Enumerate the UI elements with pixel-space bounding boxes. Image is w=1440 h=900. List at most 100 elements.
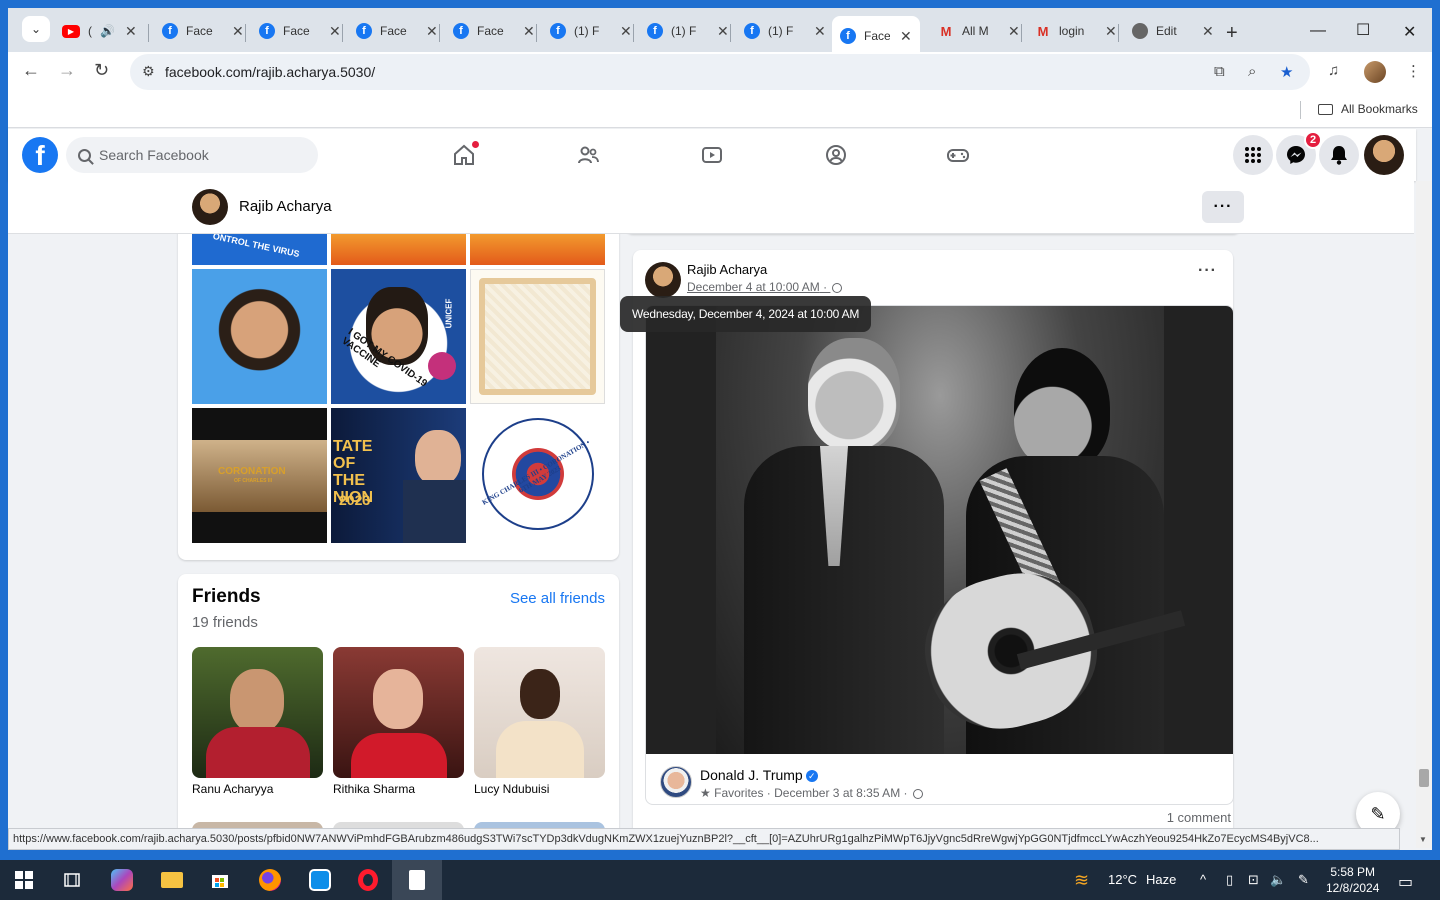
close-tab-icon[interactable]: ✕ <box>232 23 244 40</box>
teamviewer-icon[interactable] <box>308 868 332 892</box>
account-avatar[interactable] <box>1364 135 1404 175</box>
facebook-logo-icon[interactable]: f <box>22 137 58 173</box>
profile-avatar[interactable] <box>192 189 228 225</box>
bookmark-star-icon[interactable]: ★ <box>1280 63 1293 81</box>
post-more-button[interactable]: ··· <box>1198 262 1217 280</box>
photo-tile[interactable]: ONTROL THE VIRUS <box>192 234 327 265</box>
tab-2[interactable]: f Face ✕ <box>154 14 252 48</box>
facebook-search[interactable] <box>66 137 318 173</box>
chrome-profile-avatar[interactable] <box>1364 61 1386 83</box>
close-tab-icon[interactable]: ✕ <box>125 23 137 40</box>
back-arrow-icon[interactable]: ← <box>22 60 40 81</box>
tab-search-button[interactable]: ⌄ <box>22 16 50 42</box>
close-tab-icon[interactable]: ✕ <box>329 23 341 40</box>
page-scrollbar[interactable]: ▼ <box>1416 181 1432 848</box>
tab-11[interactable]: M login ✕ <box>1027 14 1125 48</box>
notepad-icon[interactable] <box>405 868 429 892</box>
windows-start-icon[interactable] <box>12 868 36 892</box>
scrollbar-thumb[interactable] <box>1419 769 1429 787</box>
messenger-button[interactable]: 2 <box>1276 131 1322 175</box>
post-author-avatar[interactable] <box>645 262 681 298</box>
weather-temp[interactable]: 12°C <box>1108 872 1137 887</box>
tab-7[interactable]: f (1) F ✕ <box>639 14 737 48</box>
close-window-icon[interactable]: ✕ <box>1403 22 1416 42</box>
weather-icon[interactable]: ≋ <box>1074 870 1089 891</box>
friend-photo[interactable] <box>192 647 323 778</box>
friend-name[interactable]: Ranu Acharyya <box>192 782 273 796</box>
all-bookmarks-button[interactable]: All Bookmarks <box>1318 102 1418 116</box>
pen-icon[interactable]: ✎ <box>1298 872 1309 888</box>
firefox-icon[interactable] <box>258 868 282 892</box>
friend-name[interactable]: Rithika Sharma <box>333 782 415 796</box>
tab-4[interactable]: f Face ✕ <box>348 14 446 48</box>
media-control-icon[interactable]: ♫ <box>1328 62 1339 79</box>
tab-3[interactable]: f Face ✕ <box>251 14 349 48</box>
close-tab-icon[interactable]: ✕ <box>717 23 729 40</box>
weather-desc[interactable]: Haze <box>1146 872 1176 887</box>
comment-count[interactable]: 1 comment <box>1167 810 1231 825</box>
minimize-icon[interactable]: — <box>1310 22 1326 40</box>
site-info-icon[interactable]: ⚙ <box>142 63 155 80</box>
address-bar[interactable]: ⚙ facebook.com/rajib.acharya.5030/ ⧉ ⌕ ★ <box>130 54 1310 90</box>
photo-tile[interactable]: KING CHARLES III • CORONATION • 6TH MAY … <box>470 408 605 543</box>
shared-author-avatar[interactable] <box>660 766 692 798</box>
friends-icon[interactable] <box>576 143 600 167</box>
photo-tile[interactable]: I GOT MY COVID-19 VACCINE UNICEF <box>331 269 466 404</box>
photo-tile[interactable]: TATE OF THE NION 2023 <box>331 408 466 543</box>
url-text[interactable]: facebook.com/rajib.acharya.5030/ <box>165 64 375 80</box>
friend-photo[interactable] <box>333 647 464 778</box>
video-icon[interactable] <box>700 143 724 167</box>
volume-icon[interactable]: 🔈 <box>1270 872 1286 888</box>
search-input[interactable] <box>99 147 299 163</box>
post-author-name[interactable]: Rajib Acharya <box>687 262 767 277</box>
photo-tile[interactable]: CORONATION OF CHARLES III <box>192 408 327 543</box>
close-tab-icon[interactable]: ✕ <box>523 23 535 40</box>
menu-kebab-icon[interactable]: ⋮ <box>1406 62 1421 80</box>
more-options-button[interactable]: ··· <box>1202 191 1244 223</box>
shared-meta-text[interactable]: Favorites · December 3 at 8:35 AM · <box>714 786 907 800</box>
photo-tile[interactable] <box>470 234 605 265</box>
zoom-icon[interactable]: ⌕ <box>1248 63 1256 80</box>
tab-12[interactable]: Edit ✕ <box>1124 14 1222 48</box>
forward-arrow-icon[interactable]: → <box>58 60 76 81</box>
network-icon[interactable]: ⊡ <box>1248 872 1259 888</box>
tab-6[interactable]: f (1) F ✕ <box>542 14 640 48</box>
notification-center-icon[interactable]: ▭ <box>1398 872 1413 892</box>
file-explorer-icon[interactable] <box>160 868 184 892</box>
close-tab-icon[interactable]: ✕ <box>620 23 632 40</box>
task-view-icon[interactable] <box>60 868 84 892</box>
shared-author-text[interactable]: Donald J. Trump <box>700 767 803 783</box>
see-all-friends-link[interactable]: See all friends <box>510 590 605 607</box>
system-clock[interactable]: 5:58 PM 12/8/2024 <box>1326 864 1379 896</box>
close-tab-icon[interactable]: ✕ <box>1202 23 1214 40</box>
post-date-text[interactable]: December 4 at 10:00 AM <box>687 280 820 294</box>
tab-active[interactable]: f Face ✕ <box>832 16 920 56</box>
home-icon[interactable] <box>452 141 479 167</box>
maximize-icon[interactable]: ☐ <box>1356 20 1370 40</box>
friend-name[interactable]: Lucy Ndubuisi <box>474 782 549 796</box>
reload-icon[interactable]: ↻ <box>94 60 109 81</box>
tab-10[interactable]: M All M ✕ <box>930 14 1028 48</box>
groups-icon[interactable] <box>824 143 848 167</box>
tab-1[interactable]: ▶ ( 🔊 ✕ <box>54 14 145 48</box>
close-tab-icon[interactable]: ✕ <box>1008 23 1020 40</box>
profile-name[interactable]: Rajib Acharya <box>239 198 332 215</box>
battery-icon[interactable]: ▯ <box>1226 872 1233 888</box>
close-tab-icon[interactable]: ✕ <box>1105 23 1117 40</box>
microsoft-store-icon[interactable] <box>208 868 232 892</box>
menu-grid-button[interactable] <box>1233 135 1273 175</box>
chevron-up-icon[interactable]: ^ <box>1200 872 1206 887</box>
notifications-button[interactable] <box>1319 135 1359 175</box>
post-timestamp[interactable]: December 4 at 10:00 AM · <box>687 280 843 294</box>
tab-8[interactable]: f (1) F ✕ <box>736 14 834 48</box>
tab-5[interactable]: f Face ✕ <box>445 14 543 48</box>
close-tab-icon[interactable]: ✕ <box>900 28 912 45</box>
friend-photo[interactable] <box>474 647 605 778</box>
close-tab-icon[interactable]: ✕ <box>426 23 438 40</box>
install-app-icon[interactable]: ⧉ <box>1214 63 1225 80</box>
shared-author-name[interactable]: Donald J. Trump ✓ <box>700 767 818 783</box>
copilot-icon[interactable] <box>110 868 134 892</box>
photo-tile[interactable] <box>331 234 466 265</box>
photo-tile[interactable] <box>192 269 327 404</box>
close-tab-icon[interactable]: ✕ <box>814 23 826 40</box>
